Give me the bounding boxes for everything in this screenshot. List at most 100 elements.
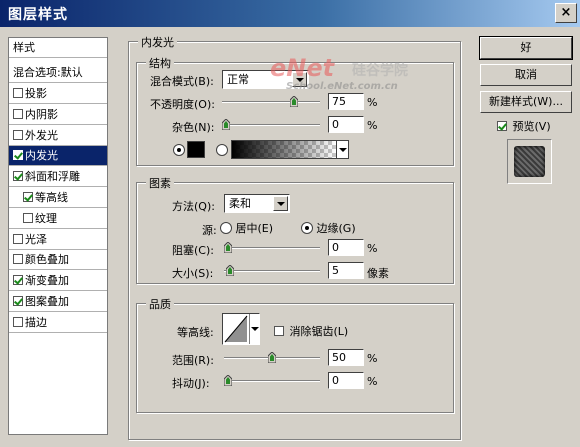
gradient-dropdown[interactable]	[336, 141, 348, 158]
opacity-unit: %	[367, 96, 378, 109]
style-item[interactable]: 内发光	[9, 146, 107, 167]
antialias-checkbox[interactable]	[274, 326, 284, 336]
preview-swatch	[507, 139, 552, 184]
style-item-label: 内发光	[25, 149, 58, 163]
choke-unit: %	[367, 242, 378, 255]
style-item[interactable]: 等高线	[9, 188, 107, 208]
size-unit: 像素	[367, 267, 389, 280]
source-edge-option[interactable]: 边缘(G)	[301, 220, 356, 236]
source-center-radio[interactable]	[220, 222, 232, 234]
slider-track	[224, 270, 320, 272]
new-style-button[interactable]: 新建样式(W)...	[480, 91, 572, 113]
style-item[interactable]: 外发光	[9, 126, 107, 146]
slider-thumb-icon[interactable]	[224, 375, 232, 386]
slider-thumb-icon[interactable]	[268, 352, 276, 363]
noise-unit: %	[367, 119, 378, 132]
technique-label: 方法(Q):	[172, 200, 215, 213]
style-item-label: 颜色叠加	[25, 253, 69, 267]
style-item-checkbox[interactable]	[13, 233, 23, 244]
slider-thumb-icon[interactable]	[224, 242, 232, 253]
source-label: 源:	[202, 224, 217, 237]
style-item-label: 光泽	[25, 232, 47, 246]
style-item-checkbox[interactable]	[23, 192, 33, 202]
chevron-down-icon	[251, 327, 259, 331]
gradient-radio[interactable]	[216, 144, 228, 156]
size-slider[interactable]	[224, 264, 320, 278]
slider-thumb-icon[interactable]	[290, 96, 298, 107]
technique-select[interactable]: 柔和	[224, 194, 290, 213]
jitter-slider[interactable]	[224, 374, 320, 388]
watermark-logo-text: eNet	[270, 54, 335, 82]
style-item-label: 渐变叠加	[25, 274, 69, 288]
slider-thumb-icon[interactable]	[226, 265, 234, 276]
style-item-checkbox[interactable]	[13, 88, 23, 98]
gradient-preview	[232, 141, 336, 158]
contour-dropdown[interactable]	[249, 314, 259, 344]
style-item-checkbox[interactable]	[13, 150, 23, 161]
style-item-checkbox[interactable]	[13, 254, 23, 265]
opacity-slider[interactable]	[222, 95, 320, 109]
elements-title: 图素	[146, 175, 174, 191]
style-item[interactable]: 斜面和浮雕	[9, 167, 107, 188]
style-item-label: 外发光	[25, 128, 58, 142]
ok-button[interactable]: 好	[479, 36, 573, 60]
style-item-checkbox[interactable]	[13, 296, 23, 306]
style-item-checkbox[interactable]	[13, 129, 23, 140]
style-item[interactable]: 描边	[9, 313, 107, 333]
blend-options-label: 混合选项:默认	[13, 66, 83, 79]
preview-label: 预览(V)	[512, 120, 551, 133]
style-item[interactable]: 光泽	[9, 230, 107, 250]
range-slider[interactable]	[224, 351, 320, 365]
opacity-label: 不透明度(O):	[150, 98, 215, 111]
slider-thumb-icon[interactable]	[222, 119, 230, 130]
slider-track	[222, 124, 320, 126]
choke-slider[interactable]	[224, 241, 320, 255]
gradient-picker[interactable]	[231, 140, 349, 159]
noise-slider[interactable]	[222, 118, 320, 132]
style-list-header[interactable]: 样式	[9, 38, 107, 58]
blend-options-item[interactable]: 混合选项:默认	[9, 63, 107, 83]
style-item[interactable]: 内阴影	[9, 105, 107, 125]
style-item-label: 斜面和浮雕	[25, 170, 80, 184]
watermark-cn-text: 硅谷学院	[352, 63, 408, 79]
jitter-input[interactable]: 0	[328, 372, 364, 389]
style-item[interactable]: 颜色叠加	[9, 250, 107, 271]
style-item-checkbox[interactable]	[23, 212, 33, 223]
style-item-label: 投影	[25, 87, 47, 100]
cancel-button[interactable]: 取消	[480, 64, 572, 86]
style-item-checkbox[interactable]	[13, 171, 23, 182]
chevron-down-icon	[339, 148, 347, 152]
style-item[interactable]: 渐变叠加	[9, 271, 107, 292]
jitter-label: 抖动(J):	[172, 377, 210, 390]
style-item-checkbox[interactable]	[13, 108, 23, 119]
style-list-header-label: 样式	[13, 41, 35, 54]
source-center-option[interactable]: 居中(E)	[220, 220, 273, 236]
chevron-down-icon[interactable]	[273, 196, 288, 211]
quality-title: 品质	[146, 296, 174, 312]
slider-track	[222, 101, 320, 103]
preview-checkbox[interactable]	[497, 121, 507, 131]
choke-input[interactable]: 0	[328, 239, 364, 256]
style-item-checkbox[interactable]	[13, 275, 23, 286]
style-item[interactable]: 纹理	[9, 209, 107, 229]
style-item-label: 描边	[25, 315, 47, 329]
size-input[interactable]: 5	[328, 262, 364, 279]
range-input[interactable]: 50	[328, 349, 364, 366]
size-label: 大小(S):	[172, 267, 214, 280]
jitter-unit: %	[367, 375, 378, 388]
color-radio[interactable]	[173, 144, 185, 156]
source-edge-radio[interactable]	[301, 222, 313, 234]
range-label: 范围(R):	[172, 354, 214, 367]
glow-color-swatch[interactable]	[187, 141, 205, 158]
style-list: 样式 混合选项:默认 投影内阴影外发光内发光斜面和浮雕等高线 纹理光泽颜色叠加渐变…	[8, 37, 108, 435]
style-item[interactable]: 投影	[9, 84, 107, 104]
antialias-option[interactable]: 消除锯齿(L)	[274, 323, 348, 339]
contour-picker[interactable]	[222, 313, 260, 345]
title-bar: 图层样式 ×	[0, 0, 580, 27]
preview-option[interactable]: 预览(V)	[497, 118, 551, 134]
blend-mode-value: 正常	[227, 73, 249, 86]
noise-input[interactable]: 0	[328, 116, 364, 133]
style-item[interactable]: 图案叠加	[9, 292, 107, 312]
close-button[interactable]: ×	[555, 3, 577, 23]
style-item-checkbox[interactable]	[13, 316, 23, 327]
